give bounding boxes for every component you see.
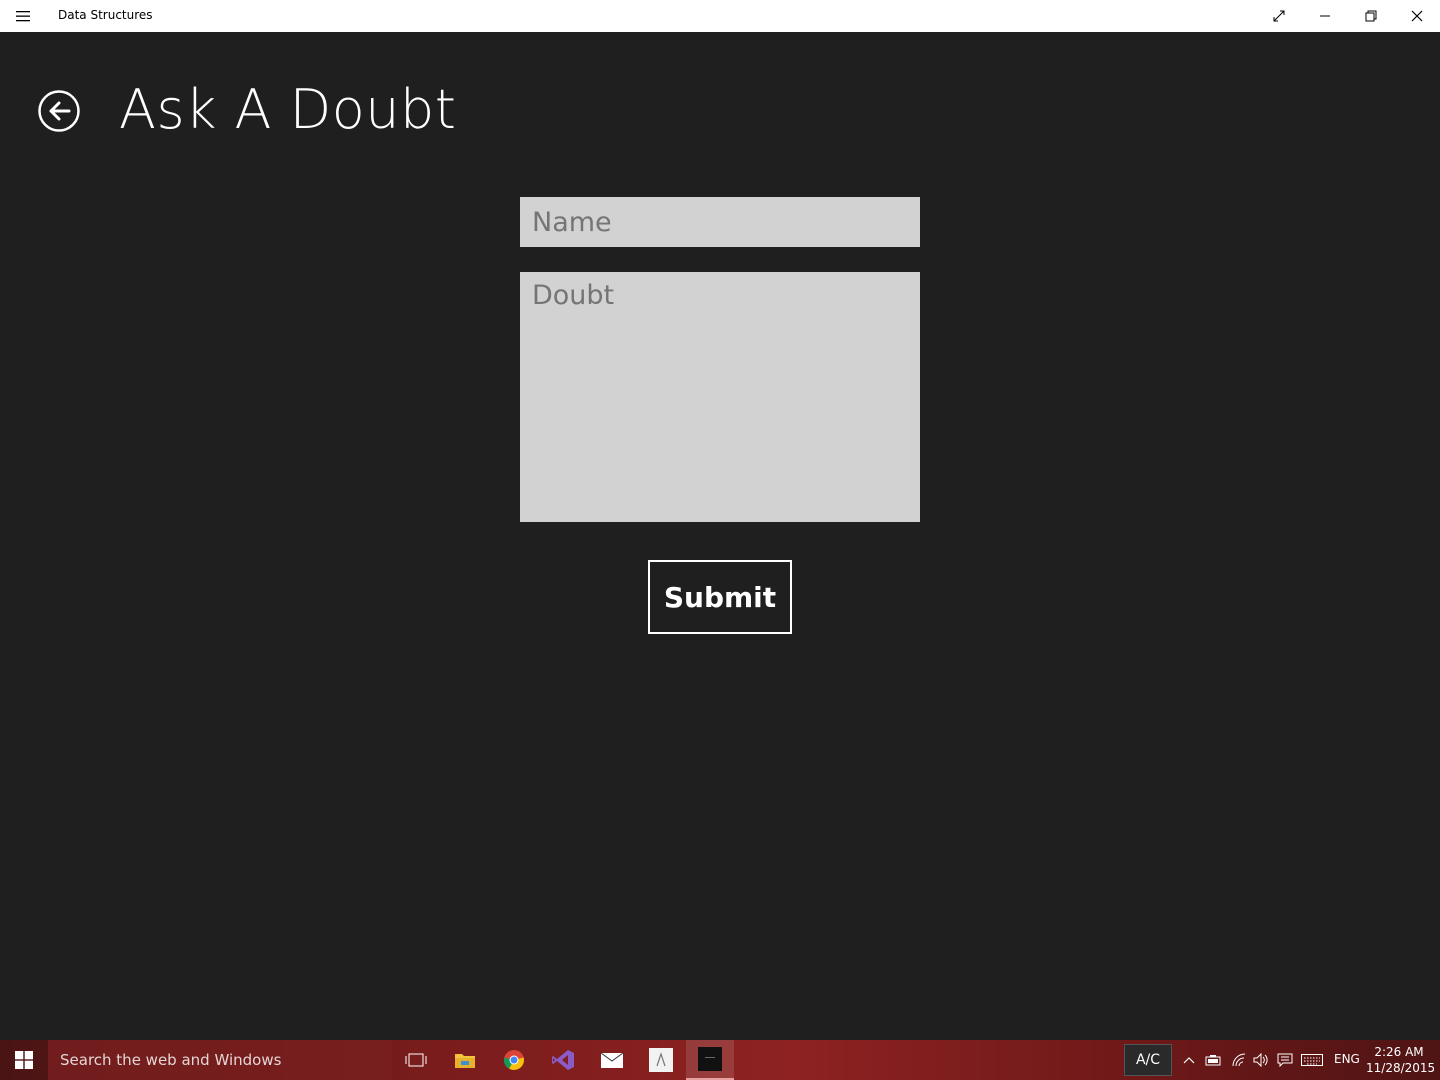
- app-icon[interactable]: [637, 1040, 685, 1080]
- task-view-icon[interactable]: [392, 1040, 440, 1080]
- doubt-input[interactable]: [520, 272, 920, 522]
- clock-time: 2:26 AM: [1374, 1045, 1424, 1059]
- chrome-icon[interactable]: [490, 1040, 538, 1080]
- data-structures-app-icon[interactable]: [686, 1040, 734, 1080]
- close-icon[interactable]: [1394, 0, 1440, 32]
- fullscreen-icon[interactable]: [1256, 0, 1302, 32]
- submit-button[interactable]: Submit: [648, 560, 792, 634]
- keyboard-icon[interactable]: [1298, 1040, 1326, 1080]
- window-title: Data Structures: [58, 8, 153, 22]
- volume-icon[interactable]: [1250, 1040, 1272, 1080]
- clock[interactable]: 2:26 AM 11/28/2015: [1366, 1044, 1436, 1076]
- restore-icon[interactable]: [1348, 0, 1394, 32]
- mail-icon[interactable]: [588, 1040, 636, 1080]
- ac-badge[interactable]: A/C: [1124, 1044, 1172, 1076]
- back-button[interactable]: [38, 90, 80, 132]
- clock-date: 11/28/2015: [1366, 1061, 1436, 1075]
- hamburger-menu-icon[interactable]: [0, 0, 46, 32]
- back-arrow-icon: [38, 90, 80, 132]
- action-center-icon[interactable]: [1274, 1040, 1296, 1080]
- visual-studio-icon[interactable]: [539, 1040, 587, 1080]
- taskbar: Search the web and Windows A/C ENG 2:26 …: [0, 1040, 1440, 1080]
- page-title: Ask A Doubt: [119, 78, 457, 141]
- windows-logo-icon: [15, 1051, 33, 1069]
- name-input[interactable]: [520, 197, 920, 247]
- file-explorer-icon[interactable]: [441, 1040, 489, 1080]
- title-bar: Data Structures: [0, 0, 1440, 32]
- show-hidden-icons-icon[interactable]: [1180, 1040, 1198, 1080]
- language-indicator[interactable]: ENG: [1334, 1052, 1360, 1066]
- start-button[interactable]: [0, 1040, 48, 1080]
- taskbar-search-box[interactable]: Search the web and Windows: [48, 1040, 392, 1080]
- battery-icon[interactable]: [1202, 1040, 1224, 1080]
- minimize-icon[interactable]: [1302, 0, 1348, 32]
- wifi-icon[interactable]: [1228, 1040, 1250, 1080]
